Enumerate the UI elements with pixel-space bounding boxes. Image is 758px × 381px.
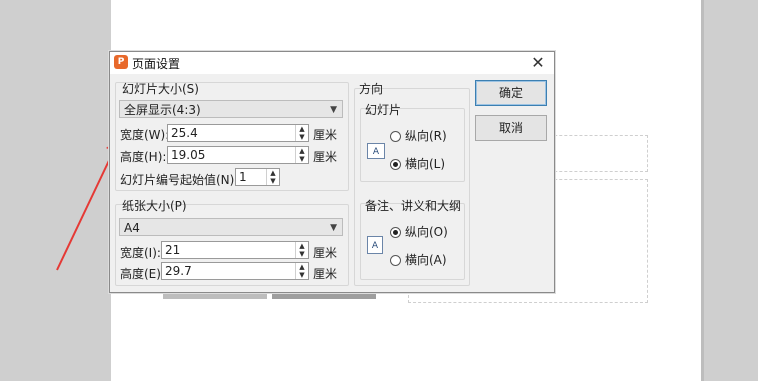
start-number-input[interactable]: 1 ▲ ▼ xyxy=(235,168,280,186)
slide-height-label: 高度(H): xyxy=(120,150,167,164)
ok-button[interactable]: 确定 xyxy=(475,80,547,106)
paper-height-value: 29.7 xyxy=(165,264,192,278)
page-edge-shadow xyxy=(701,0,704,381)
wps-presentation-icon: P xyxy=(114,55,128,69)
spinner-arrows-icon[interactable]: ▲ ▼ xyxy=(295,125,308,141)
paper-size-selected: A4 xyxy=(124,221,140,235)
paper-width-label: 宽度(I): xyxy=(120,246,161,260)
radio-off-icon xyxy=(390,255,401,266)
slides-portrait-label: 纵向(R) xyxy=(405,129,447,143)
notes-portrait-radio[interactable]: 纵向(O) xyxy=(390,225,448,239)
slide-orientation-doc-icon: A xyxy=(367,143,385,159)
slide-height-input[interactable]: 19.05 ▲ ▼ xyxy=(167,146,309,164)
slide-width-value: 25.4 xyxy=(171,126,198,140)
paper-height-unit: 厘米 xyxy=(313,267,338,281)
paper-width-value: 21 xyxy=(165,243,181,257)
spinner-arrows-icon[interactable]: ▲ ▼ xyxy=(295,263,308,279)
radio-off-icon xyxy=(390,131,401,142)
slide-size-selected: 全屏显示(4:3) xyxy=(124,103,201,117)
paper-size-label: 纸张大小(P) xyxy=(122,199,187,213)
dialog-title: 页面设置 xyxy=(132,57,181,71)
dialog-titlebar[interactable]: P 页面设置 ✕ xyxy=(110,52,554,74)
orientation-label: 方向 xyxy=(359,82,384,96)
spinner-arrows-icon[interactable]: ▲ ▼ xyxy=(295,147,308,163)
radio-on-icon xyxy=(390,159,401,170)
close-button[interactable]: ✕ xyxy=(528,53,548,73)
slide-size-select[interactable]: 全屏显示(4:3) ▼ xyxy=(119,100,343,118)
radio-on-icon xyxy=(390,227,401,238)
notes-landscape-label: 横向(A) xyxy=(405,253,447,267)
start-number-value: 1 xyxy=(239,170,247,184)
paper-height-label: 高度(E): xyxy=(120,267,165,281)
slides-portrait-radio[interactable]: 纵向(R) xyxy=(390,129,447,143)
spinner-arrows-icon[interactable]: ▲ ▼ xyxy=(295,242,308,258)
notes-orientation-doc-icon: A xyxy=(367,236,383,254)
paper-width-unit: 厘米 xyxy=(313,246,338,260)
slides-landscape-label: 横向(L) xyxy=(405,157,446,171)
page-setup-dialog: P 页面设置 ✕ 幻灯片大小(S) 全屏显示(4:3) ▼ 宽度(W): 25.… xyxy=(109,51,555,293)
slide-width-unit: 厘米 xyxy=(313,128,338,142)
notes-landscape-radio[interactable]: 横向(A) xyxy=(390,253,447,267)
notes-orientation-label: 备注、讲义和大纲 xyxy=(365,199,462,213)
chevron-down-icon: ▼ xyxy=(330,105,337,115)
slide-height-unit: 厘米 xyxy=(313,150,338,164)
slide-height-value: 19.05 xyxy=(171,148,206,162)
cancel-button[interactable]: 取消 xyxy=(475,115,547,141)
paper-size-select[interactable]: A4 ▼ xyxy=(119,218,343,236)
spinner-arrows-icon[interactable]: ▲ ▼ xyxy=(266,169,279,185)
slide-width-label: 宽度(W): xyxy=(120,128,170,142)
slides-landscape-radio[interactable]: 横向(L) xyxy=(390,157,445,171)
notes-portrait-label: 纵向(O) xyxy=(405,225,448,239)
paper-height-input[interactable]: 29.7 ▲ ▼ xyxy=(161,262,309,280)
slides-orientation-label: 幻灯片 xyxy=(365,103,402,117)
start-number-label: 幻灯片编号起始值(N): xyxy=(120,173,239,187)
slide-width-input[interactable]: 25.4 ▲ ▼ xyxy=(167,124,309,142)
chevron-down-icon: ▼ xyxy=(330,223,337,233)
slide-size-label: 幻灯片大小(S) xyxy=(122,82,199,96)
paper-width-input[interactable]: 21 ▲ ▼ xyxy=(161,241,309,259)
